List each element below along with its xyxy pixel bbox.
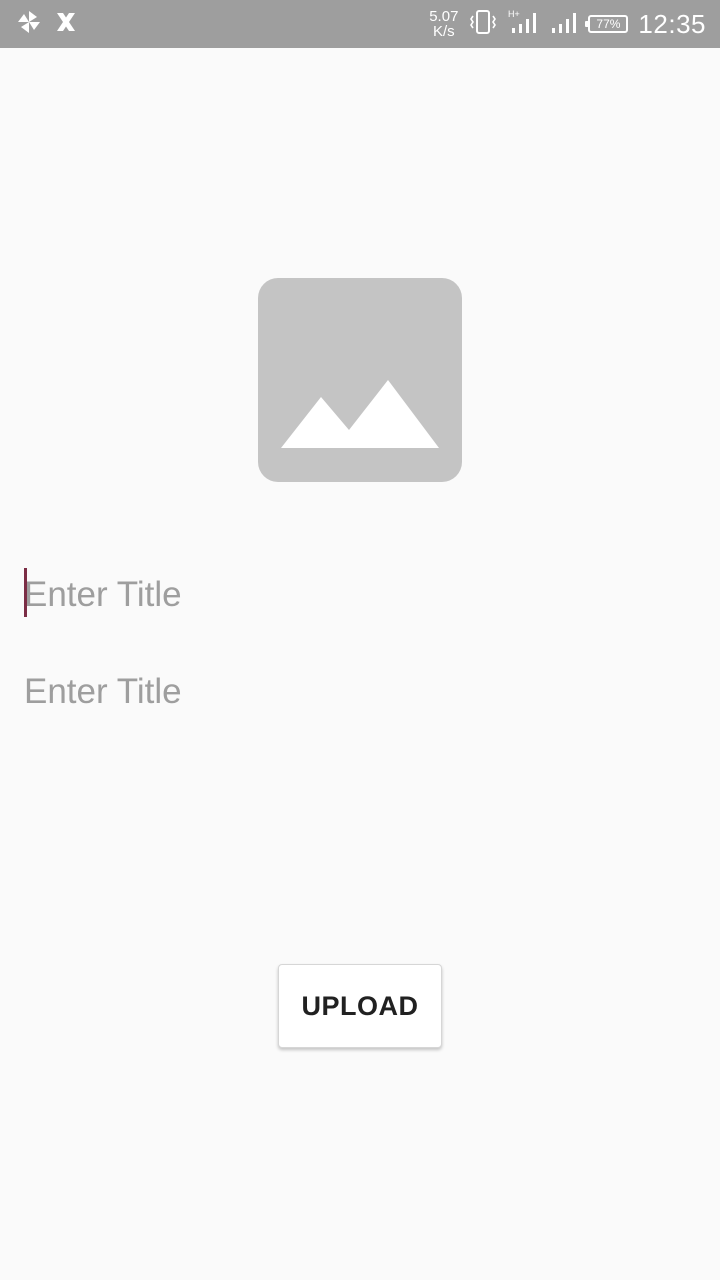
image-picker[interactable] <box>258 278 462 482</box>
image-icon <box>281 380 439 448</box>
battery-percent: 77% <box>596 17 621 31</box>
title-input-second[interactable] <box>24 664 696 720</box>
signal-hplus-icon: H+ <box>508 8 540 41</box>
network-speed-unit: K/s <box>432 23 455 40</box>
status-bar-left <box>16 10 78 38</box>
status-bar-right: 5.07 K/s H+ 77% 12:35 <box>429 0 706 48</box>
x-icon <box>54 10 78 39</box>
status-clock: 12:35 <box>638 8 706 39</box>
network-speed: 5.07 K/s <box>429 9 458 39</box>
upload-screen: 5.07 K/s H+ 77% 12:35 Enter Title Enter … <box>0 0 720 1280</box>
vibrate-icon <box>468 8 498 41</box>
signal-icon <box>550 8 578 41</box>
battery-icon: 77% <box>585 15 629 33</box>
svg-text:H+: H+ <box>508 9 520 19</box>
pinwheel-icon <box>16 9 42 40</box>
network-speed-value: 5.07 <box>429 8 459 25</box>
title-input-first[interactable] <box>24 567 696 623</box>
text-cursor <box>24 568 27 617</box>
status-bar: 5.07 K/s H+ 77% 12:35 <box>0 0 720 48</box>
upload-button[interactable]: UPLOAD <box>278 964 442 1048</box>
